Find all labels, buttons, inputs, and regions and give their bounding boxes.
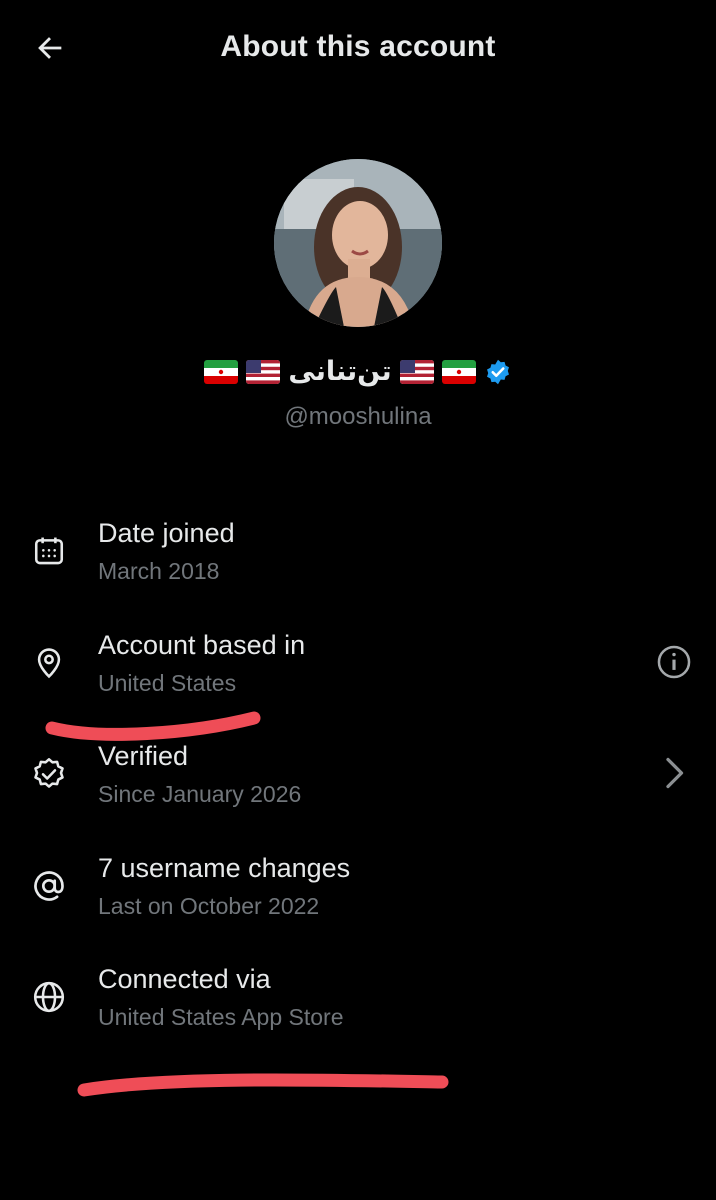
verified-row[interactable]: Verified Since January 2026 bbox=[0, 735, 716, 835]
red-underline-annotation bbox=[77, 1073, 449, 1097]
account-based-in-row: Account based in United States bbox=[0, 624, 716, 724]
date-joined-label: Date joined bbox=[98, 518, 235, 548]
date-joined-value: March 2018 bbox=[98, 558, 220, 584]
account-based-in-label: Account based in bbox=[98, 630, 306, 660]
globe-icon bbox=[30, 978, 68, 1016]
verified-label: Verified bbox=[98, 741, 189, 771]
display-name: تن‌تنانی bbox=[0, 356, 716, 387]
username-changes-label: 7 username changes bbox=[98, 853, 351, 883]
at-sign-icon bbox=[30, 867, 68, 905]
iran-flag-icon bbox=[441, 359, 476, 384]
usa-flag-icon bbox=[246, 359, 281, 384]
chevron-right-icon[interactable] bbox=[654, 753, 694, 793]
calendar-icon bbox=[30, 532, 68, 570]
iran-flag-icon bbox=[204, 359, 239, 384]
date-joined-row: Date joined March 2018 bbox=[0, 512, 716, 612]
verified-value: Since January 2026 bbox=[98, 781, 302, 807]
username-changes-value: Last on October 2022 bbox=[98, 893, 320, 919]
avatar[interactable] bbox=[274, 159, 442, 327]
location-pin-icon bbox=[30, 644, 68, 682]
account-based-in-value: United States bbox=[98, 670, 237, 696]
connected-via-value: United States App Store bbox=[98, 1004, 344, 1030]
usa-flag-icon bbox=[399, 359, 434, 384]
connected-via-row: Connected via United States App Store bbox=[0, 958, 716, 1058]
display-name-text: تن‌تنانی bbox=[288, 356, 392, 386]
connected-via-label: Connected via bbox=[98, 964, 271, 994]
username-changes-row: 7 username changes Last on October 2022 bbox=[0, 847, 716, 947]
top-bar: About this account bbox=[0, 0, 716, 100]
verified-badge-icon[interactable] bbox=[484, 358, 512, 386]
username-handle: @mooshulina bbox=[284, 403, 432, 430]
page-title: About this account bbox=[220, 30, 496, 63]
info-icon[interactable] bbox=[654, 642, 694, 682]
verified-check-icon bbox=[30, 755, 68, 793]
